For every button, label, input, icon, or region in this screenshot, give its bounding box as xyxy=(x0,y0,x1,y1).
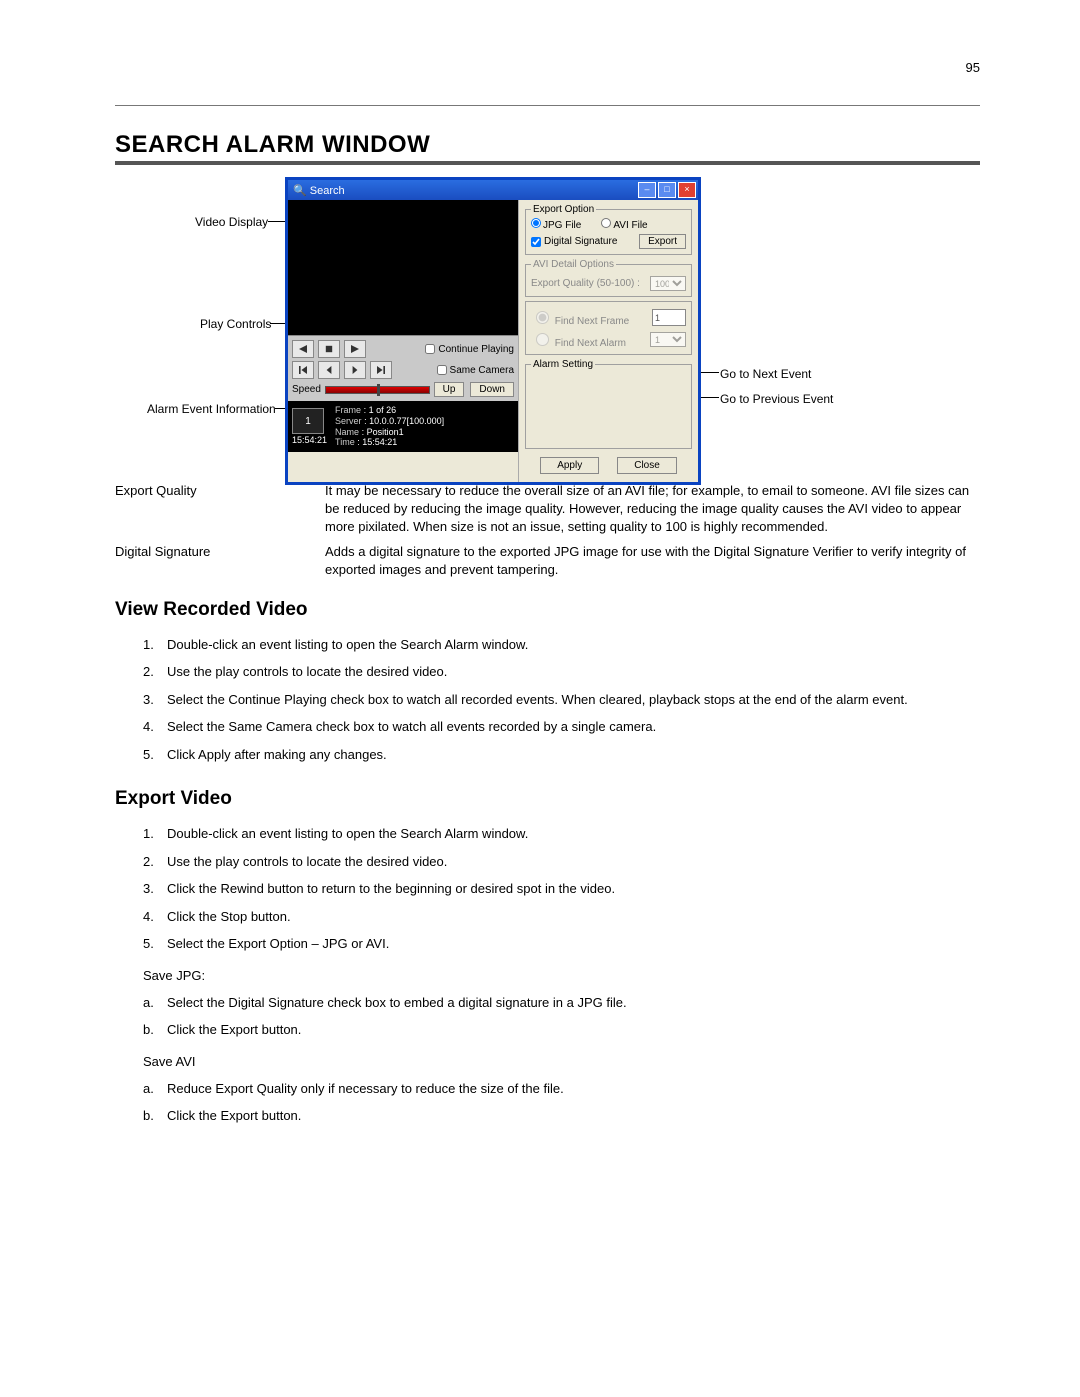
save-jpg-list: Select the Digital Signature check box t… xyxy=(115,989,980,1044)
frame-label: Frame xyxy=(335,405,361,415)
alarm-setting-group: Alarm Setting xyxy=(525,359,692,449)
play-button[interactable] xyxy=(344,340,366,358)
close-button[interactable]: Close xyxy=(617,457,677,474)
play-controls: Continue Playing Same Camera Speed xyxy=(288,335,518,401)
list-item: Click the Export button. xyxy=(143,1016,980,1044)
step-fwd-button[interactable] xyxy=(370,361,392,379)
export-button[interactable]: Export xyxy=(639,234,686,249)
speed-label: Speed xyxy=(292,384,321,395)
digital-signature-checkbox[interactable]: Digital Signature xyxy=(531,236,617,247)
callout-video-display: Video Display xyxy=(195,215,268,229)
alarm-thumb: 1 xyxy=(292,408,324,434)
maximize-icon[interactable]: □ xyxy=(658,182,676,198)
name-label: Name xyxy=(335,427,359,437)
list-item: Click the Rewind button to return to the… xyxy=(143,875,980,903)
callout-go-prev: Go to Previous Event xyxy=(720,392,833,406)
term-export-quality: Export Quality xyxy=(115,482,315,537)
avi-options-group: AVI Detail Options Export Quality (50-10… xyxy=(525,259,692,297)
apply-button[interactable]: Apply xyxy=(540,457,599,474)
find-next-alarm-radio[interactable]: Find Next Alarm xyxy=(531,330,626,349)
save-avi-label: Save AVI xyxy=(115,1044,980,1075)
down-button[interactable]: Down xyxy=(470,382,514,397)
continue-playing-checkbox[interactable]: Continue Playing xyxy=(425,344,514,355)
alarm-thumb-time: 15:54:21 xyxy=(292,435,327,445)
view-steps-list: Double-click an event listing to open th… xyxy=(115,631,980,769)
list-item: Click Apply after making any changes. xyxy=(143,741,980,769)
list-item: Double-click an event listing to open th… xyxy=(143,820,980,848)
speed-slider[interactable] xyxy=(325,386,430,394)
export-quality-label: Export Quality (50-100) : xyxy=(531,278,640,289)
list-item: Double-click an event listing to open th… xyxy=(143,631,980,659)
export-video-heading: Export Video xyxy=(115,788,980,810)
window-titlebar: 🔍 Search – □ × xyxy=(288,180,698,200)
frame-value: 1 of 26 xyxy=(369,405,397,415)
list-item: Click the Export button. xyxy=(143,1102,980,1130)
main-heading: SEARCH ALARM WINDOW xyxy=(115,131,980,159)
find-next-frame-input[interactable] xyxy=(652,309,686,326)
list-item: Select the Digital Signature check box t… xyxy=(143,989,980,1017)
server-value: 10.0.0.77[100.000] xyxy=(369,416,444,426)
alarm-event-info: 1 15:54:21 Frame : 1 of 26 Server : 10.0… xyxy=(288,401,518,452)
stop-button[interactable] xyxy=(318,340,340,358)
list-item: Use the play controls to locate the desi… xyxy=(143,848,980,876)
alarm-setting-legend: Alarm Setting xyxy=(531,359,595,370)
callout-alarm-info: Alarm Event Information xyxy=(147,402,276,416)
definitions-table: Export Quality It may be necessary to re… xyxy=(115,482,980,579)
next-button[interactable] xyxy=(344,361,366,379)
up-button[interactable]: Up xyxy=(434,382,465,397)
list-item: Select the Continue Playing check box to… xyxy=(143,686,980,714)
window-title: 🔍 Search xyxy=(293,184,345,197)
heading-underline xyxy=(115,161,980,165)
list-item: Use the play controls to locate the desi… xyxy=(143,658,980,686)
list-item: Select the Export Option – JPG or AVI. xyxy=(143,930,980,958)
search-alarm-window: 🔍 Search – □ × xyxy=(285,177,701,485)
callout-play-controls: Play Controls xyxy=(200,317,271,331)
list-item: Reduce Export Quality only if necessary … xyxy=(143,1075,980,1103)
term-digital-signature: Digital Signature xyxy=(115,543,315,579)
jpg-radio[interactable]: JPG File xyxy=(531,218,581,231)
rewind-button[interactable] xyxy=(292,340,314,358)
page-number: 95 xyxy=(115,60,980,75)
time-value: 15:54:21 xyxy=(362,437,397,447)
server-label: Server xyxy=(335,416,362,426)
find-next-group: Find Next Frame Find Next Alarm 1 xyxy=(525,301,692,355)
export-quality-select[interactable]: 100 xyxy=(650,276,686,291)
time-label: Time xyxy=(335,437,355,447)
list-item: Click the Stop button. xyxy=(143,903,980,931)
list-item: Select the Same Camera check box to watc… xyxy=(143,713,980,741)
view-recorded-heading: View Recorded Video xyxy=(115,599,980,621)
same-camera-checkbox[interactable]: Same Camera xyxy=(437,365,514,376)
figure-wrap: Video Display Play Controls Alarm Event … xyxy=(115,177,980,467)
callout-go-next: Go to Next Event xyxy=(720,367,811,381)
avi-radio[interactable]: AVI File xyxy=(601,218,647,231)
avi-legend: AVI Detail Options xyxy=(531,259,616,270)
minimize-icon[interactable]: – xyxy=(638,182,656,198)
top-rule xyxy=(115,105,980,106)
export-steps-list: Double-click an event listing to open th… xyxy=(115,820,980,958)
name-value: Position1 xyxy=(367,427,404,437)
save-avi-list: Reduce Export Quality only if necessary … xyxy=(115,1075,980,1130)
export-option-legend: Export Option xyxy=(531,204,596,215)
export-option-group: Export Option JPG File AVI File Digital … xyxy=(525,204,692,255)
find-next-frame-radio[interactable]: Find Next Frame xyxy=(531,308,629,327)
video-display xyxy=(288,200,518,335)
desc-digital-signature: Adds a digital signature to the exported… xyxy=(325,543,980,579)
desc-export-quality: It may be necessary to reduce the overal… xyxy=(325,482,980,537)
close-icon[interactable]: × xyxy=(678,182,696,198)
save-jpg-label: Save JPG: xyxy=(115,958,980,989)
prev-button[interactable] xyxy=(318,361,340,379)
find-next-alarm-select[interactable]: 1 xyxy=(650,332,686,347)
step-back-button[interactable] xyxy=(292,361,314,379)
